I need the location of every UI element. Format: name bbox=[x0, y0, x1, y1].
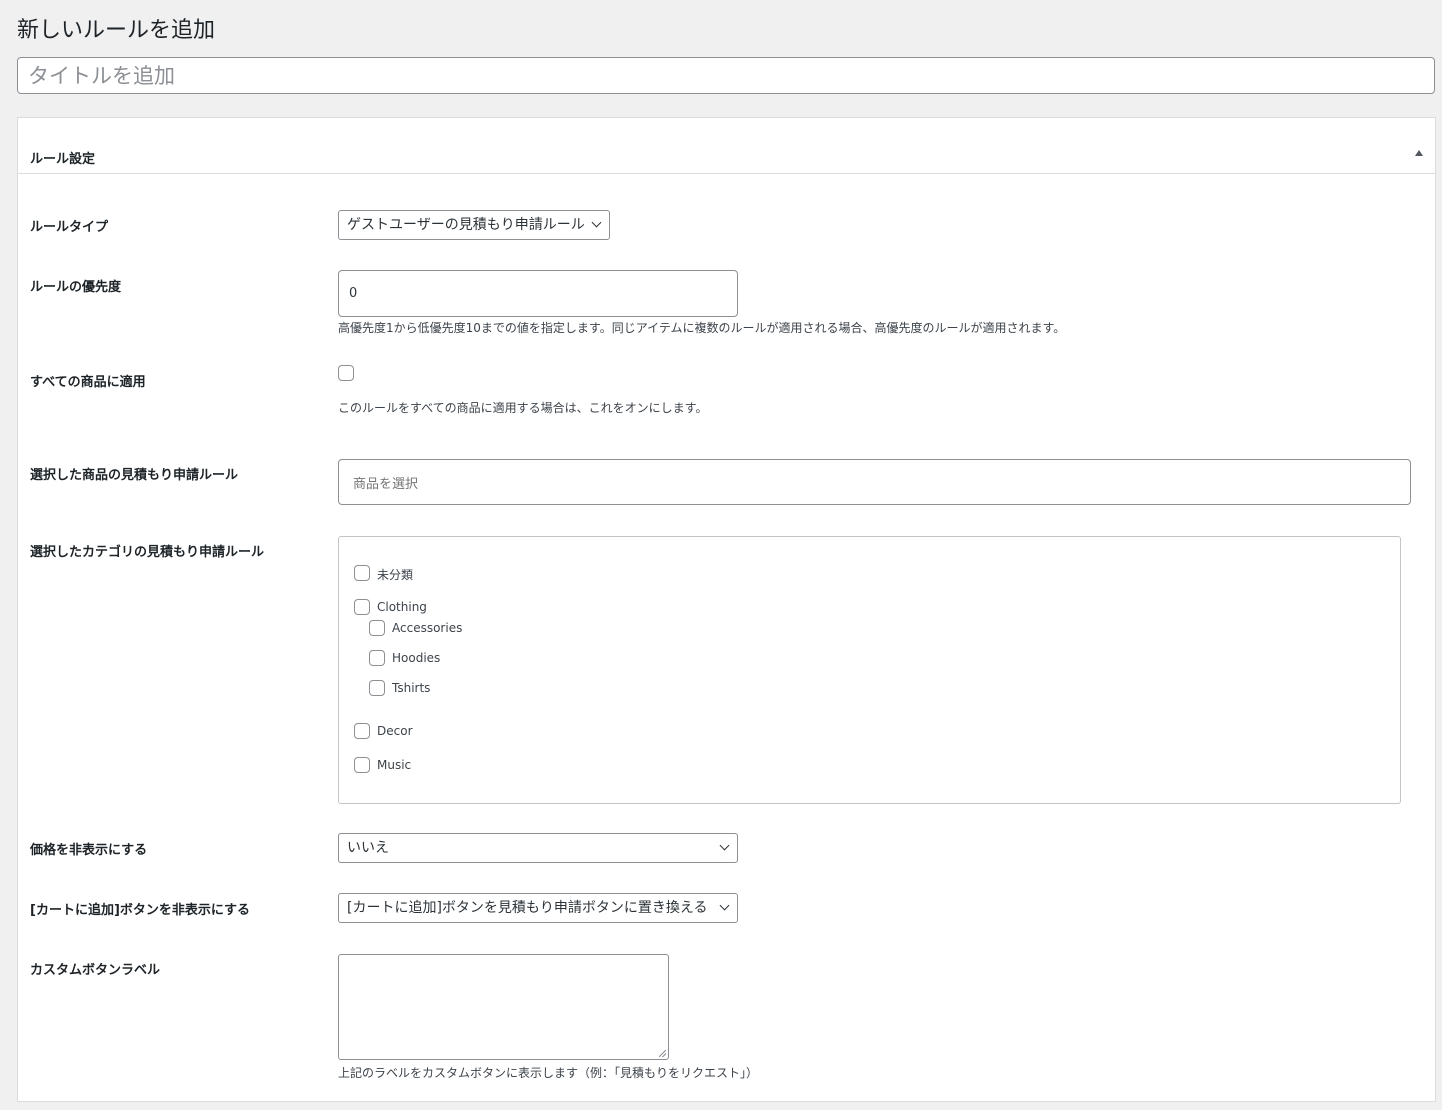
apply-all-label: すべての商品に適用 bbox=[30, 375, 146, 390]
custom-button-label-label: カスタムボタンラベル bbox=[30, 963, 161, 978]
category-checkbox[interactable] bbox=[354, 599, 370, 615]
category-checkbox[interactable] bbox=[354, 757, 370, 773]
rule-type-select[interactable]: ゲストユーザーの見積もり申請ルール bbox=[338, 210, 610, 240]
hide-cart-button-select[interactable]: [カートに追加]ボタンを見積もり申請ボタンに置き換える bbox=[338, 893, 738, 923]
chevron-down-icon bbox=[591, 217, 602, 228]
category-checkbox[interactable] bbox=[354, 565, 370, 581]
postbox-title: ルール設定 bbox=[30, 152, 96, 167]
priority-description: 高優先度1から低優先度10までの値を指定します。同じアイテムに複数のルールが適用… bbox=[338, 321, 1066, 335]
category-label: Hoodies bbox=[392, 651, 441, 665]
apply-all-checkbox[interactable] bbox=[338, 365, 354, 381]
chevron-down-icon bbox=[719, 900, 730, 911]
product-select-input[interactable]: 商品を選択 bbox=[338, 459, 1411, 505]
hide-price-select[interactable]: いいえ bbox=[338, 833, 738, 863]
selected-products-label: 選択した商品の見積もり申請ルール bbox=[30, 468, 239, 483]
category-label: Tshirts bbox=[392, 681, 431, 695]
rule-settings-postbox: ルール設定 ルールタイプ ゲストユーザーの見積もり申請ルール ルールの優先度 高… bbox=[17, 117, 1436, 1102]
category-checkbox[interactable] bbox=[369, 620, 385, 636]
category-checkbox[interactable] bbox=[369, 650, 385, 666]
category-checkbox[interactable] bbox=[354, 723, 370, 739]
priority-label: ルールの優先度 bbox=[30, 280, 122, 295]
rule-type-label: ルールタイプ bbox=[30, 220, 109, 235]
category-checkbox[interactable] bbox=[369, 680, 385, 696]
title-input[interactable] bbox=[17, 57, 1435, 94]
selected-categories-label: 選択したカテゴリの見積もり申請ルール bbox=[30, 545, 265, 560]
rule-type-value: ゲストユーザーの見積もり申請ルール bbox=[347, 217, 585, 233]
category-label: Music bbox=[377, 758, 412, 772]
hide-price-label: 価格を非表示にする bbox=[30, 843, 148, 858]
category-label: Decor bbox=[377, 724, 413, 738]
hide-cart-button-label: [カートに追加]ボタンを非表示にする bbox=[30, 903, 251, 918]
category-checklist: 未分類 Clothing Accessories Hoodies Tshirts… bbox=[338, 536, 1401, 804]
page-title: 新しいルールを追加 bbox=[17, 18, 216, 43]
category-label: Clothing bbox=[377, 600, 427, 614]
category-label: Accessories bbox=[392, 621, 463, 635]
chevron-down-icon bbox=[719, 840, 730, 851]
custom-button-label-description: 上記のラベルをカスタムボタンに表示します（例：「見積もりをリクエスト」） bbox=[338, 1066, 759, 1080]
collapse-toggle-icon[interactable] bbox=[1415, 150, 1423, 156]
resize-grip-icon[interactable] bbox=[659, 1050, 666, 1057]
product-select-placeholder: 商品を選択 bbox=[353, 477, 419, 492]
postbox-header: ルール設定 bbox=[18, 118, 1435, 174]
category-label: 未分類 bbox=[377, 568, 414, 582]
priority-input[interactable] bbox=[338, 270, 738, 317]
hide-price-value: いいえ bbox=[347, 840, 389, 856]
custom-button-label-textarea[interactable] bbox=[338, 954, 669, 1060]
apply-all-description: このルールをすべての商品に適用する場合は、これをオンにします。 bbox=[338, 401, 708, 415]
hide-cart-button-value: [カートに追加]ボタンを見積もり申請ボタンに置き換える bbox=[347, 900, 708, 916]
